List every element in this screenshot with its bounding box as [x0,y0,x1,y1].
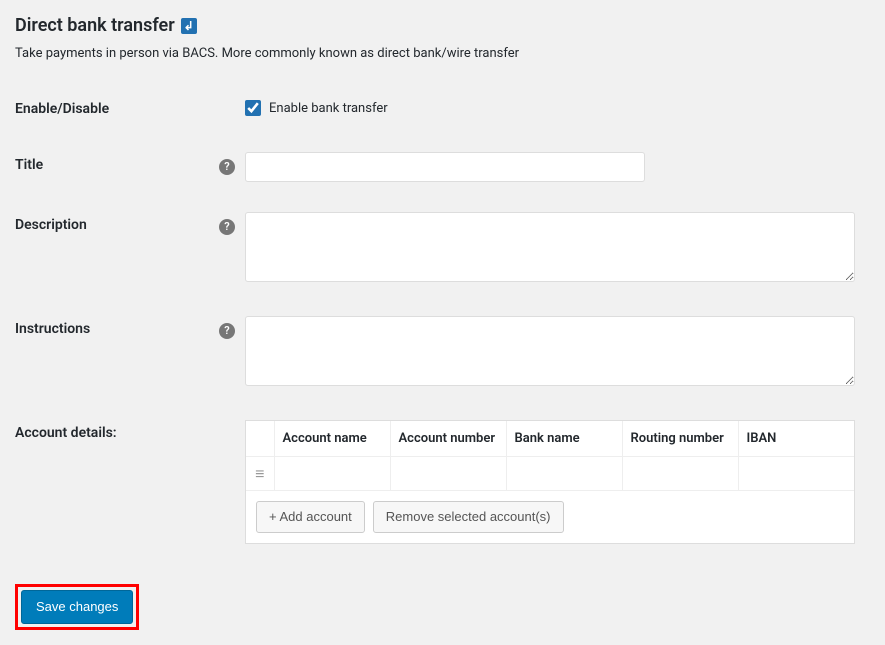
sort-handle-icon[interactable]: ≡ [246,457,274,491]
routing-number-input[interactable] [623,457,738,490]
accounts-label: Account details: [15,405,245,559]
account-name-input[interactable] [275,457,390,490]
iban-input[interactable] [739,457,855,490]
accounts-table: Account name Account number Bank name Ro… [246,421,854,491]
page-title-text: Direct bank transfer [15,15,175,36]
col-account-name: Account name [274,421,390,457]
help-icon[interactable]: ? [219,323,235,339]
enable-label: Enable/Disable [15,81,245,137]
account-number-input[interactable] [391,457,506,490]
col-account-number: Account number [390,421,506,457]
description-textarea[interactable] [245,212,855,282]
accounts-table-wrap: Account name Account number Bank name Ro… [245,420,855,544]
enable-checkbox[interactable] [245,100,261,116]
settings-form: Enable/Disable Enable bank transfer Titl… [15,81,870,559]
instructions-textarea[interactable] [245,316,855,386]
enable-checkbox-label: Enable bank transfer [269,101,388,116]
sort-column-header [246,421,274,457]
col-bank-name: Bank name [506,421,622,457]
remove-account-button[interactable]: Remove selected account(s) [373,501,564,533]
back-icon[interactable]: ↲ [181,18,197,34]
save-button-highlight: Save changes [15,584,139,630]
description-label: Description ? [15,197,245,301]
title-label: Title ? [15,137,245,197]
page-description: Take payments in person via BACS. More c… [15,46,870,61]
add-account-button[interactable]: + Add account [256,501,365,533]
enable-checkbox-row[interactable]: Enable bank transfer [245,96,860,116]
accounts-footer: + Add account Remove selected account(s) [246,491,854,543]
title-input[interactable] [245,152,645,182]
help-icon[interactable]: ? [219,159,235,175]
col-iban: IBAN [738,421,854,457]
help-icon[interactable]: ? [219,219,235,235]
page-title: Direct bank transfer ↲ [15,15,870,36]
save-button[interactable]: Save changes [21,590,133,624]
instructions-label: Instructions ? [15,301,245,405]
bank-name-input[interactable] [507,457,622,490]
col-routing-number: Routing number [622,421,738,457]
table-row: ≡ [246,457,854,491]
